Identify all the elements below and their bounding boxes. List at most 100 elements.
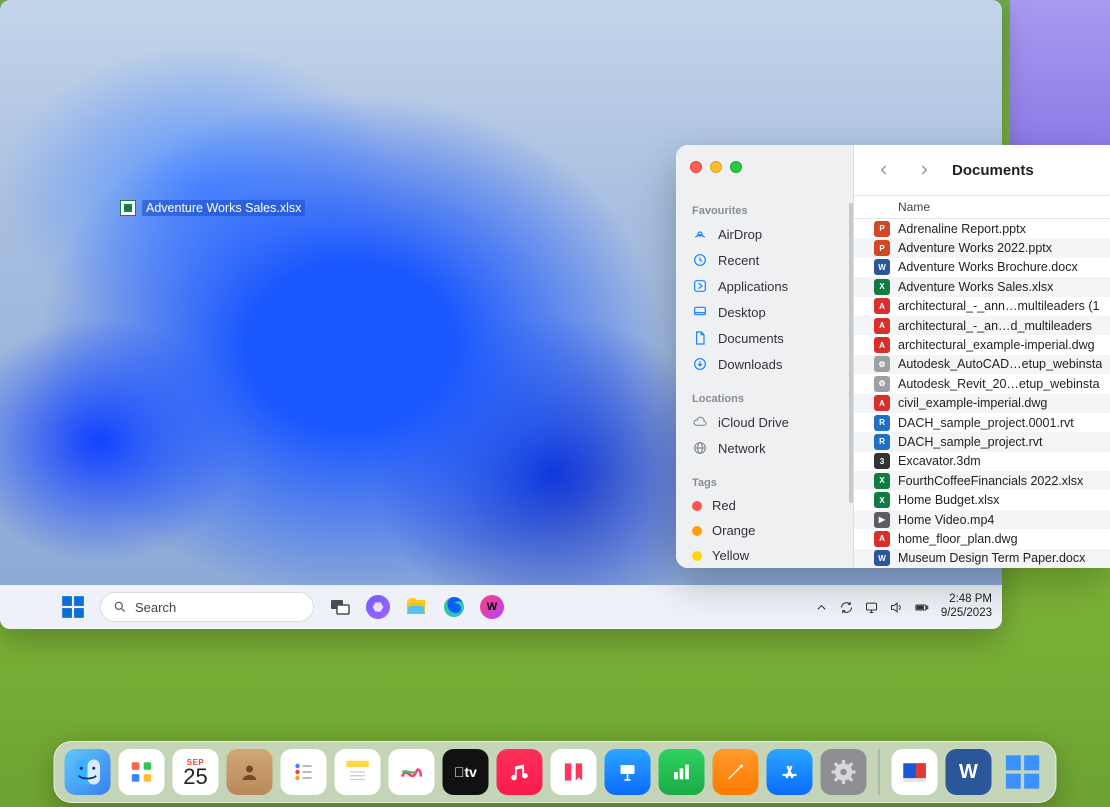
- task-view-button[interactable]: [328, 595, 352, 619]
- pptx-file-icon: P: [874, 240, 890, 256]
- taskbar-clock[interactable]: 2:48 PM 9/25/2023: [941, 593, 992, 621]
- nav-back-button[interactable]: [872, 158, 896, 182]
- dock-contacts-icon[interactable]: [227, 749, 273, 795]
- dock-freeform-icon[interactable]: [389, 749, 435, 795]
- file-row[interactable]: ⚙Autodesk_AutoCAD…etup_webinsta: [854, 355, 1110, 374]
- dock-parallels-icon[interactable]: [892, 749, 938, 795]
- column-header-name[interactable]: Name: [854, 195, 1110, 219]
- sync-icon[interactable]: [839, 600, 854, 615]
- file-row[interactable]: WAdventure Works Brochure.docx: [854, 258, 1110, 277]
- dwg-file-icon: A: [874, 298, 890, 314]
- dock-notes-icon[interactable]: [335, 749, 381, 795]
- applications-icon: [692, 278, 708, 294]
- sidebar-section-favourites: Favourites: [676, 201, 853, 221]
- finder-title: Documents: [952, 162, 1034, 179]
- taskbar-search[interactable]: Search: [100, 592, 314, 622]
- chevron-left-icon: [877, 163, 891, 177]
- sidebar-section-tags: Tags: [676, 473, 853, 493]
- dock-calendar-icon[interactable]: SEP 25: [173, 749, 219, 795]
- nav-forward-button[interactable]: [912, 158, 936, 182]
- file-row[interactable]: Acivil_example-imperial.dwg: [854, 394, 1110, 413]
- edge-icon[interactable]: [442, 595, 466, 619]
- battery-icon[interactable]: [914, 600, 929, 615]
- file-row[interactable]: PAdrenaline Report.pptx: [854, 219, 1110, 238]
- dock-finder-icon[interactable]: [65, 749, 111, 795]
- sidebar-label: Documents: [718, 331, 784, 346]
- chevron-right-icon: [917, 163, 931, 177]
- sidebar-scrollbar[interactable]: [849, 203, 853, 503]
- sidebar-item-airdrop[interactable]: AirDrop: [676, 221, 853, 247]
- file-name: architectural_-_ann…multileaders (1: [898, 299, 1099, 313]
- volume-icon[interactable]: [889, 600, 904, 615]
- tag-dot-icon: [692, 551, 702, 561]
- dock-pages-icon[interactable]: [713, 749, 759, 795]
- sidebar-tag-yellow[interactable]: Yellow: [676, 543, 853, 568]
- sidebar-label: AirDrop: [718, 227, 762, 242]
- file-name: Adventure Works Brochure.docx: [898, 260, 1078, 274]
- finder-sidebar: Favourites AirDrop Recent Applications D…: [676, 145, 854, 568]
- dock-appstore-icon[interactable]: [767, 749, 813, 795]
- chevron-up-icon[interactable]: [814, 600, 829, 615]
- sidebar-tag-orange[interactable]: Orange: [676, 518, 853, 543]
- zoom-button[interactable]: [730, 161, 742, 173]
- dock-reminders-icon[interactable]: [281, 749, 327, 795]
- dock-tv-icon[interactable]: tv: [443, 749, 489, 795]
- exe-file-icon: ⚙: [874, 356, 890, 372]
- sidebar-label: Recent: [718, 253, 759, 268]
- file-row[interactable]: PAdventure Works 2022.pptx: [854, 238, 1110, 257]
- desktop-file-shortcut[interactable]: Adventure Works Sales.xlsx: [120, 200, 305, 216]
- dock-numbers-icon[interactable]: [659, 749, 705, 795]
- close-button[interactable]: [690, 161, 702, 173]
- excel-file-icon: [120, 200, 136, 216]
- dock-music-icon[interactable]: [497, 749, 543, 795]
- dwg-file-icon: A: [874, 395, 890, 411]
- file-row[interactable]: XAdventure Works Sales.xlsx: [854, 277, 1110, 296]
- dwg-file-icon: A: [874, 318, 890, 334]
- minimize-button[interactable]: [710, 161, 722, 173]
- search-placeholder-text: Search: [135, 600, 176, 615]
- sidebar-label: Desktop: [718, 305, 766, 320]
- start-button[interactable]: [60, 594, 86, 620]
- dock-windows-icon[interactable]: [1000, 749, 1046, 795]
- sidebar-label: Yellow: [712, 548, 749, 563]
- system-tray[interactable]: [814, 600, 929, 615]
- sidebar-tag-red[interactable]: Red: [676, 493, 853, 518]
- file-row[interactable]: RDACH_sample_project.rvt: [854, 432, 1110, 451]
- file-row[interactable]: Aarchitectural_-_ann…multileaders (1: [854, 297, 1110, 316]
- file-row[interactable]: WMuseum Design Term Paper.docx: [854, 549, 1110, 568]
- rvt-file-icon: R: [874, 434, 890, 450]
- desktop-file-label: Adventure Works Sales.xlsx: [142, 200, 305, 216]
- sidebar-item-recent[interactable]: Recent: [676, 247, 853, 273]
- network-icon[interactable]: [864, 600, 879, 615]
- xlsx-file-icon: X: [874, 473, 890, 489]
- sidebar-item-downloads[interactable]: Downloads: [676, 351, 853, 377]
- file-row[interactable]: 3Excavator.3dm: [854, 452, 1110, 471]
- file-row[interactable]: XFourthCoffeeFinancials 2022.xlsx: [854, 471, 1110, 490]
- document-icon: [692, 330, 708, 346]
- dock-word-icon[interactable]: W: [946, 749, 992, 795]
- file-row[interactable]: Ahome_floor_plan.dwg: [854, 529, 1110, 548]
- dock-launchpad-icon[interactable]: [119, 749, 165, 795]
- finder-content: Documents Name PAdrenaline Report.pptxPA…: [854, 145, 1110, 568]
- sidebar-item-applications[interactable]: Applications: [676, 273, 853, 299]
- file-row[interactable]: ⚙Autodesk_Revit_20…etup_webinsta: [854, 374, 1110, 393]
- file-name: Autodesk_Revit_20…etup_webinsta: [898, 377, 1100, 391]
- file-row[interactable]: Aarchitectural_example-imperial.dwg: [854, 335, 1110, 354]
- file-row[interactable]: Aarchitectural_-_an…d_multileaders: [854, 316, 1110, 335]
- file-row[interactable]: RDACH_sample_project.0001.rvt: [854, 413, 1110, 432]
- sidebar-item-documents[interactable]: Documents: [676, 325, 853, 351]
- dock-keynote-icon[interactable]: [605, 749, 651, 795]
- desktop-icon: [692, 304, 708, 320]
- file-row[interactable]: ▶Home Video.mp4: [854, 510, 1110, 529]
- sidebar-label: iCloud Drive: [718, 415, 789, 430]
- sidebar-item-network[interactable]: Network: [676, 435, 853, 461]
- dock-settings-icon[interactable]: [821, 749, 867, 795]
- teams-icon[interactable]: [366, 595, 390, 619]
- file-explorer-icon[interactable]: [404, 595, 428, 619]
- file-name: civil_example-imperial.dwg: [898, 396, 1047, 410]
- sidebar-item-icloud[interactable]: iCloud Drive: [676, 409, 853, 435]
- file-row[interactable]: XHome Budget.xlsx: [854, 490, 1110, 509]
- sidebar-item-desktop[interactable]: Desktop: [676, 299, 853, 325]
- wps-icon[interactable]: W: [480, 595, 504, 619]
- dock-news-icon[interactable]: [551, 749, 597, 795]
